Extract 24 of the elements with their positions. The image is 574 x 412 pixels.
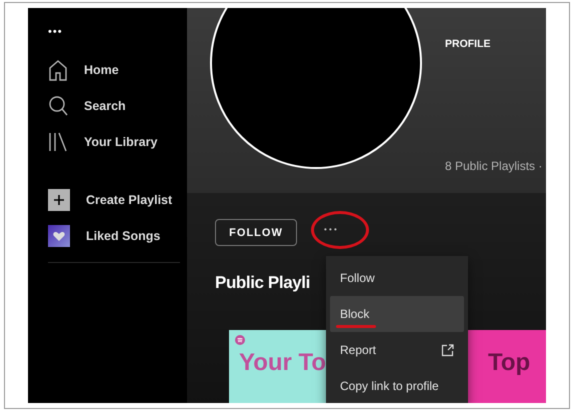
sidebar-link[interactable]: Create Playlist (86, 193, 172, 207)
underline-mark (336, 325, 376, 328)
menu-item[interactable]: Copy link to profile (330, 368, 464, 403)
library-icon (48, 131, 68, 153)
logo-icon (235, 335, 245, 345)
section-title: Public Playli (215, 273, 310, 293)
plus-icon (48, 189, 70, 211)
nav-link[interactable]: Search (84, 99, 126, 113)
playlist-count: 8 Public Playlists · (445, 159, 542, 173)
sidebar-link[interactable]: Liked Songs (86, 229, 160, 243)
menu-item[interactable]: Report (330, 332, 464, 368)
more-options-icon[interactable]: ••• (48, 26, 187, 38)
nav-link[interactable]: Home (84, 63, 119, 77)
card-title: Your To (238, 349, 328, 377)
external-link-icon (441, 344, 454, 356)
menu-item[interactable]: Follow (330, 260, 464, 296)
home-icon (48, 59, 68, 81)
search-icon (48, 95, 68, 117)
card-title: Top (487, 349, 532, 377)
follow-button[interactable]: FOLLOW (215, 219, 297, 246)
menu-item[interactable]: Block (330, 296, 464, 332)
more-button[interactable]: • • • (320, 221, 341, 238)
nav-link[interactable]: Your Library (84, 135, 158, 149)
profile-label: PROFILE (445, 38, 491, 50)
